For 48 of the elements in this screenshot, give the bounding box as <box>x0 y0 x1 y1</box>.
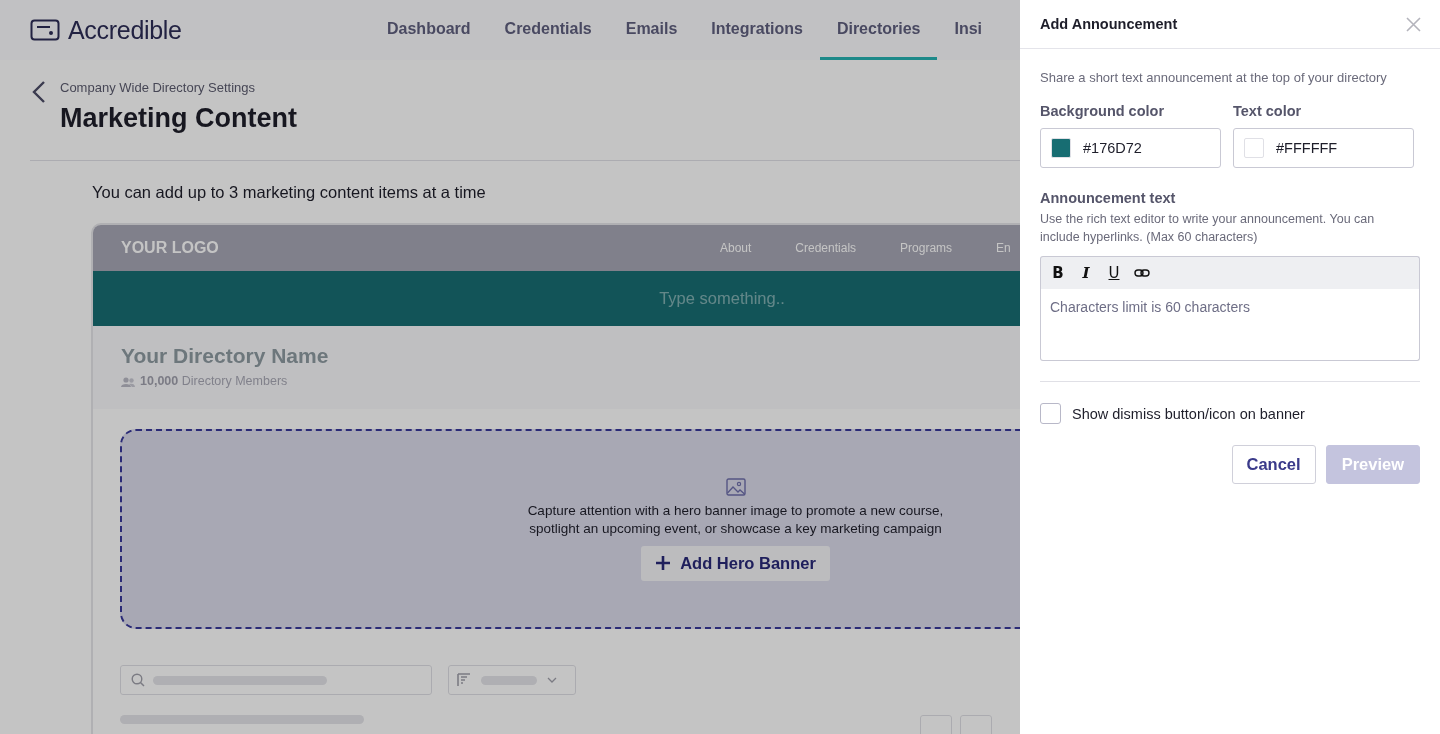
format-button[interactable]: B <box>1047 264 1069 282</box>
search-field[interactable] <box>120 665 432 695</box>
banner-text: Type something.. <box>659 289 785 308</box>
member-count: 10,000 Directory Members <box>140 374 288 388</box>
members-icon <box>121 375 135 387</box>
field-label: Announcement text <box>1040 190 1177 206</box>
field-label: Text color <box>1233 103 1303 119</box>
image-icon <box>725 477 746 496</box>
close-button[interactable] <box>1406 16 1421 32</box>
nav-tab[interactable]: Directories <box>819 0 938 60</box>
close-icon <box>1406 16 1421 32</box>
format-button[interactable]: I <box>1075 264 1097 282</box>
hero-description: Capture attention with a hero banner image to promote a new course, spotlight an upcoming event, or showcase a key marketing campaign <box>526 501 945 538</box>
announcement-text-field[interactable]: Characters limit is 60 characters <box>1040 289 1420 361</box>
link-icon <box>1134 269 1150 277</box>
directory-name: Your Directory Name <box>121 344 330 368</box>
color-value: #176D72 <box>1083 140 1143 156</box>
sort-icon <box>457 673 471 687</box>
cancel-button[interactable]: Cancel <box>1231 445 1316 484</box>
panel-title: Add Announcement <box>1040 16 1178 32</box>
brand-name: Accredible <box>68 15 182 45</box>
nav-tab[interactable]: Insi <box>937 0 1000 60</box>
color-swatch[interactable] <box>1244 138 1264 158</box>
nav-tab[interactable]: Integrations <box>694 0 820 60</box>
color-swatch[interactable] <box>1051 138 1071 158</box>
sort-dropdown[interactable] <box>448 665 576 695</box>
add-hero-banner-button[interactable]: Add Hero Banner <box>641 545 830 581</box>
panel-description: Share a short text announcement at the top of your directory <box>1040 70 1388 85</box>
link-button[interactable] <box>1131 269 1153 277</box>
format-button[interactable]: U <box>1103 264 1125 282</box>
nav-tab[interactable]: Emails <box>608 0 695 60</box>
breadcrumb: Company Wide Directory Settings <box>60 80 257 95</box>
logo-icon <box>30 19 60 41</box>
color-field[interactable]: #FFFFFF <box>1233 128 1414 168</box>
help-text: Use the rich text editor to write your announcement. You can include hyperlinks. (Max 60 characters) <box>1040 211 1376 246</box>
nav-tab[interactable]: Dashboard <box>370 0 488 60</box>
plus-icon <box>655 555 672 571</box>
color-value: #FFFFFF <box>1276 140 1339 156</box>
intro-text: You can add up to 3 marketing content items at a time <box>92 183 487 202</box>
chevron-down-icon <box>547 677 557 683</box>
checkbox[interactable] <box>1040 403 1061 424</box>
logo-text: YOUR LOGO <box>121 239 220 257</box>
nav-tab[interactable]: Credentials <box>487 0 609 60</box>
color-field[interactable]: #176D72 <box>1040 128 1221 168</box>
search-icon <box>131 673 145 687</box>
page-title: Marketing Content <box>60 103 297 134</box>
checkbox-label: Show dismiss button/icon on banner <box>1072 405 1305 422</box>
field-label: Background color <box>1040 103 1166 119</box>
